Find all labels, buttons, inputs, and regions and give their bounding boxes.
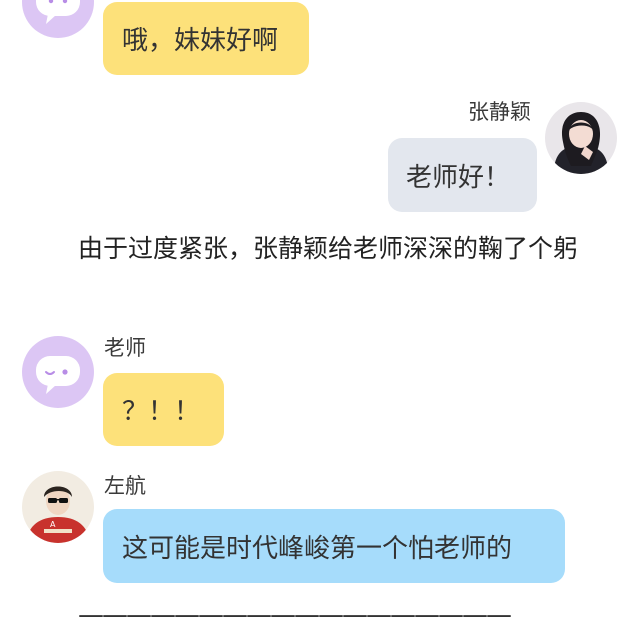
message-bubble-teacher-1: 哦，妹妹好啊 <box>103 2 309 75</box>
narration-text: 由于过度紧张，张静颖给老师深深的鞠了个躬 <box>78 234 579 263</box>
girl-photo-avatar <box>545 102 617 174</box>
teacher-avatar[interactable] <box>22 0 94 38</box>
message-text: 老师好！ <box>406 162 511 193</box>
message-bubble-zuo: 这可能是时代峰峻第一个怕老师的 <box>103 509 565 583</box>
sender-name-zuo: 左航 <box>104 474 146 498</box>
svg-text:A: A <box>50 520 56 529</box>
boy-photo-avatar: A <box>22 471 94 543</box>
sender-name-zhang: 张静颖 <box>468 100 531 124</box>
zuo-avatar[interactable]: A <box>22 471 94 543</box>
chat-bubble-face-icon <box>36 0 80 24</box>
message-bubble-zhang: 老师好！ <box>388 138 537 212</box>
zhang-avatar[interactable] <box>545 102 617 174</box>
message-bubble-teacher-2: ？！！ <box>103 373 224 446</box>
message-text: ？！！ <box>122 397 201 427</box>
chat-bubble-face-icon <box>36 356 80 394</box>
message-text: 哦，妹妹好啊 <box>122 26 279 56</box>
message-text: 这可能是时代峰峻第一个怕老师的 <box>122 533 513 564</box>
teacher-avatar[interactable] <box>22 336 94 408</box>
section-divider: —————————————————— <box>78 600 512 630</box>
sender-name-teacher: 老师 <box>104 336 146 360</box>
